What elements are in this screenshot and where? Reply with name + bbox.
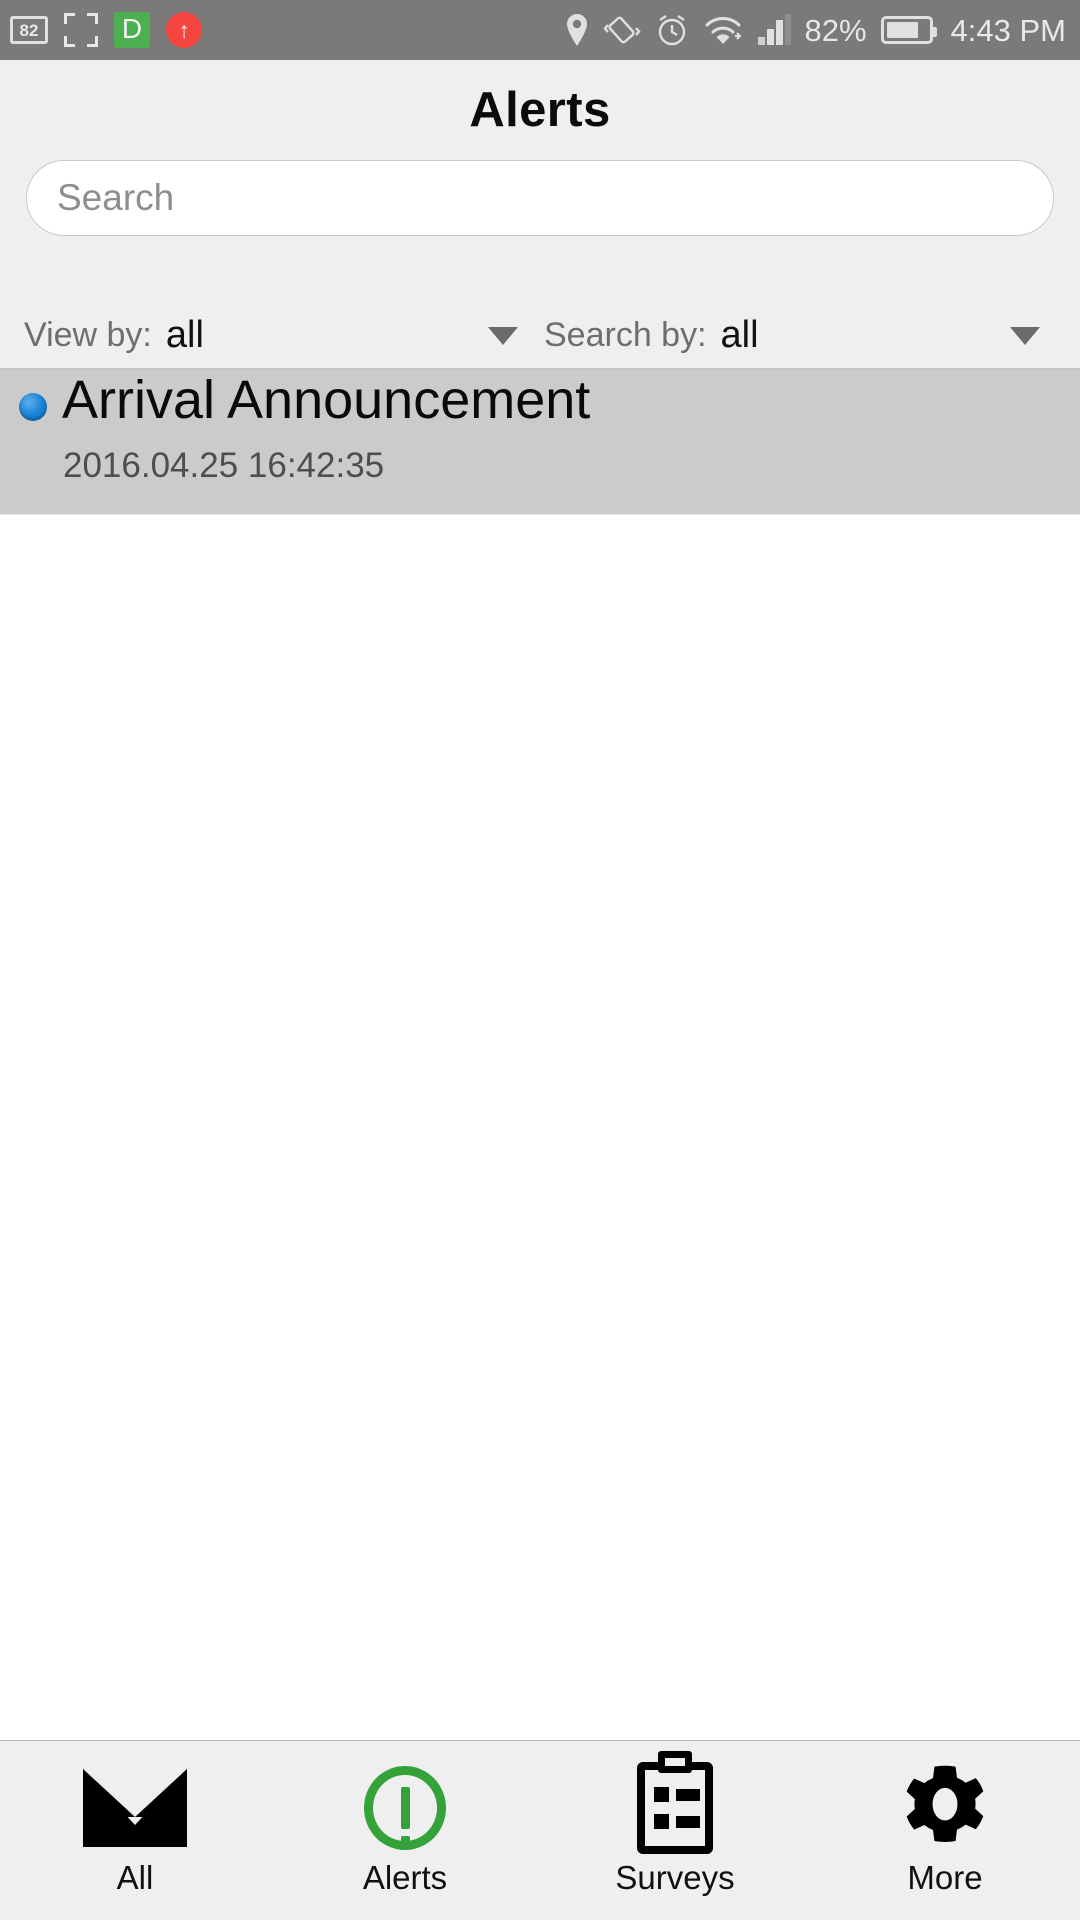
status-bar: 82 D ↑ 82% 4:43 PM <box>0 0 1080 60</box>
tab-alerts-label: Alerts <box>362 1859 448 1896</box>
screenshot-icon <box>64 13 98 47</box>
list-item-title: Arrival Announcement <box>62 370 591 430</box>
battery-percent-label: 82% <box>804 12 867 48</box>
clipboard-icon <box>637 1751 713 1854</box>
view-by-dropdown[interactable]: View by: all <box>24 314 544 357</box>
search-by-dropdown[interactable]: Search by: all <box>544 314 1056 357</box>
page-header: Alerts <box>0 60 1080 303</box>
vibrate-icon <box>602 16 641 44</box>
location-pin-icon <box>566 14 587 46</box>
bottom-tab-bar: All Alerts Surveys More <box>0 1740 1080 1920</box>
view-by-value: all <box>165 314 204 356</box>
list-item[interactable]: Arrival Announcement 2016.04.25 16:42:35 <box>0 369 1080 515</box>
cell-signal-icon <box>757 14 791 45</box>
chevron-down-icon[interactable] <box>488 326 518 345</box>
tab-surveys[interactable]: Surveys <box>540 1741 810 1920</box>
tab-more[interactable]: More <box>810 1741 1080 1920</box>
gear-icon <box>897 1765 993 1851</box>
chevron-down-icon[interactable] <box>1010 326 1040 345</box>
app-screen: 82 D ↑ 82% 4:43 PM Alerts Search View by… <box>0 0 1080 1920</box>
alerts-list: Arrival Announcement 2016.04.25 16:42:35 <box>0 369 1080 1740</box>
envelope-icon <box>83 1765 187 1851</box>
tab-all[interactable]: All <box>0 1741 270 1920</box>
clock-label: 4:43 PM <box>950 12 1066 48</box>
d-badge-icon: D <box>114 12 150 48</box>
upload-arrow-icon: ↑ <box>166 12 202 48</box>
alert-circle-icon <box>364 1765 446 1851</box>
battery-saver-icon: 82 <box>10 16 48 44</box>
view-by-label: View by: <box>24 316 152 354</box>
battery-icon <box>880 16 937 44</box>
page-title: Alerts <box>469 83 611 137</box>
tab-alerts[interactable]: Alerts <box>270 1741 540 1920</box>
unread-dot-icon <box>19 393 47 421</box>
battery-saver-label: 82 <box>19 20 39 40</box>
status-bar-system-icons: 82% 4:43 PM <box>565 12 1066 48</box>
search-by-value: all <box>720 314 759 356</box>
tab-more-label: More <box>907 1859 983 1896</box>
alarm-clock-icon <box>658 15 685 46</box>
filter-bar: View by: all Search by: all <box>0 303 1080 369</box>
status-bar-notification-icons: 82 D ↑ <box>10 12 202 48</box>
wifi-icon <box>705 17 741 44</box>
tab-surveys-label: Surveys <box>615 1859 735 1896</box>
list-item-timestamp: 2016.04.25 16:42:35 <box>63 446 385 485</box>
tab-all-label: All <box>116 1859 154 1896</box>
search-input[interactable] <box>26 160 1054 237</box>
search-by-label: Search by: <box>544 316 707 354</box>
search-bar-container <box>0 160 1080 237</box>
